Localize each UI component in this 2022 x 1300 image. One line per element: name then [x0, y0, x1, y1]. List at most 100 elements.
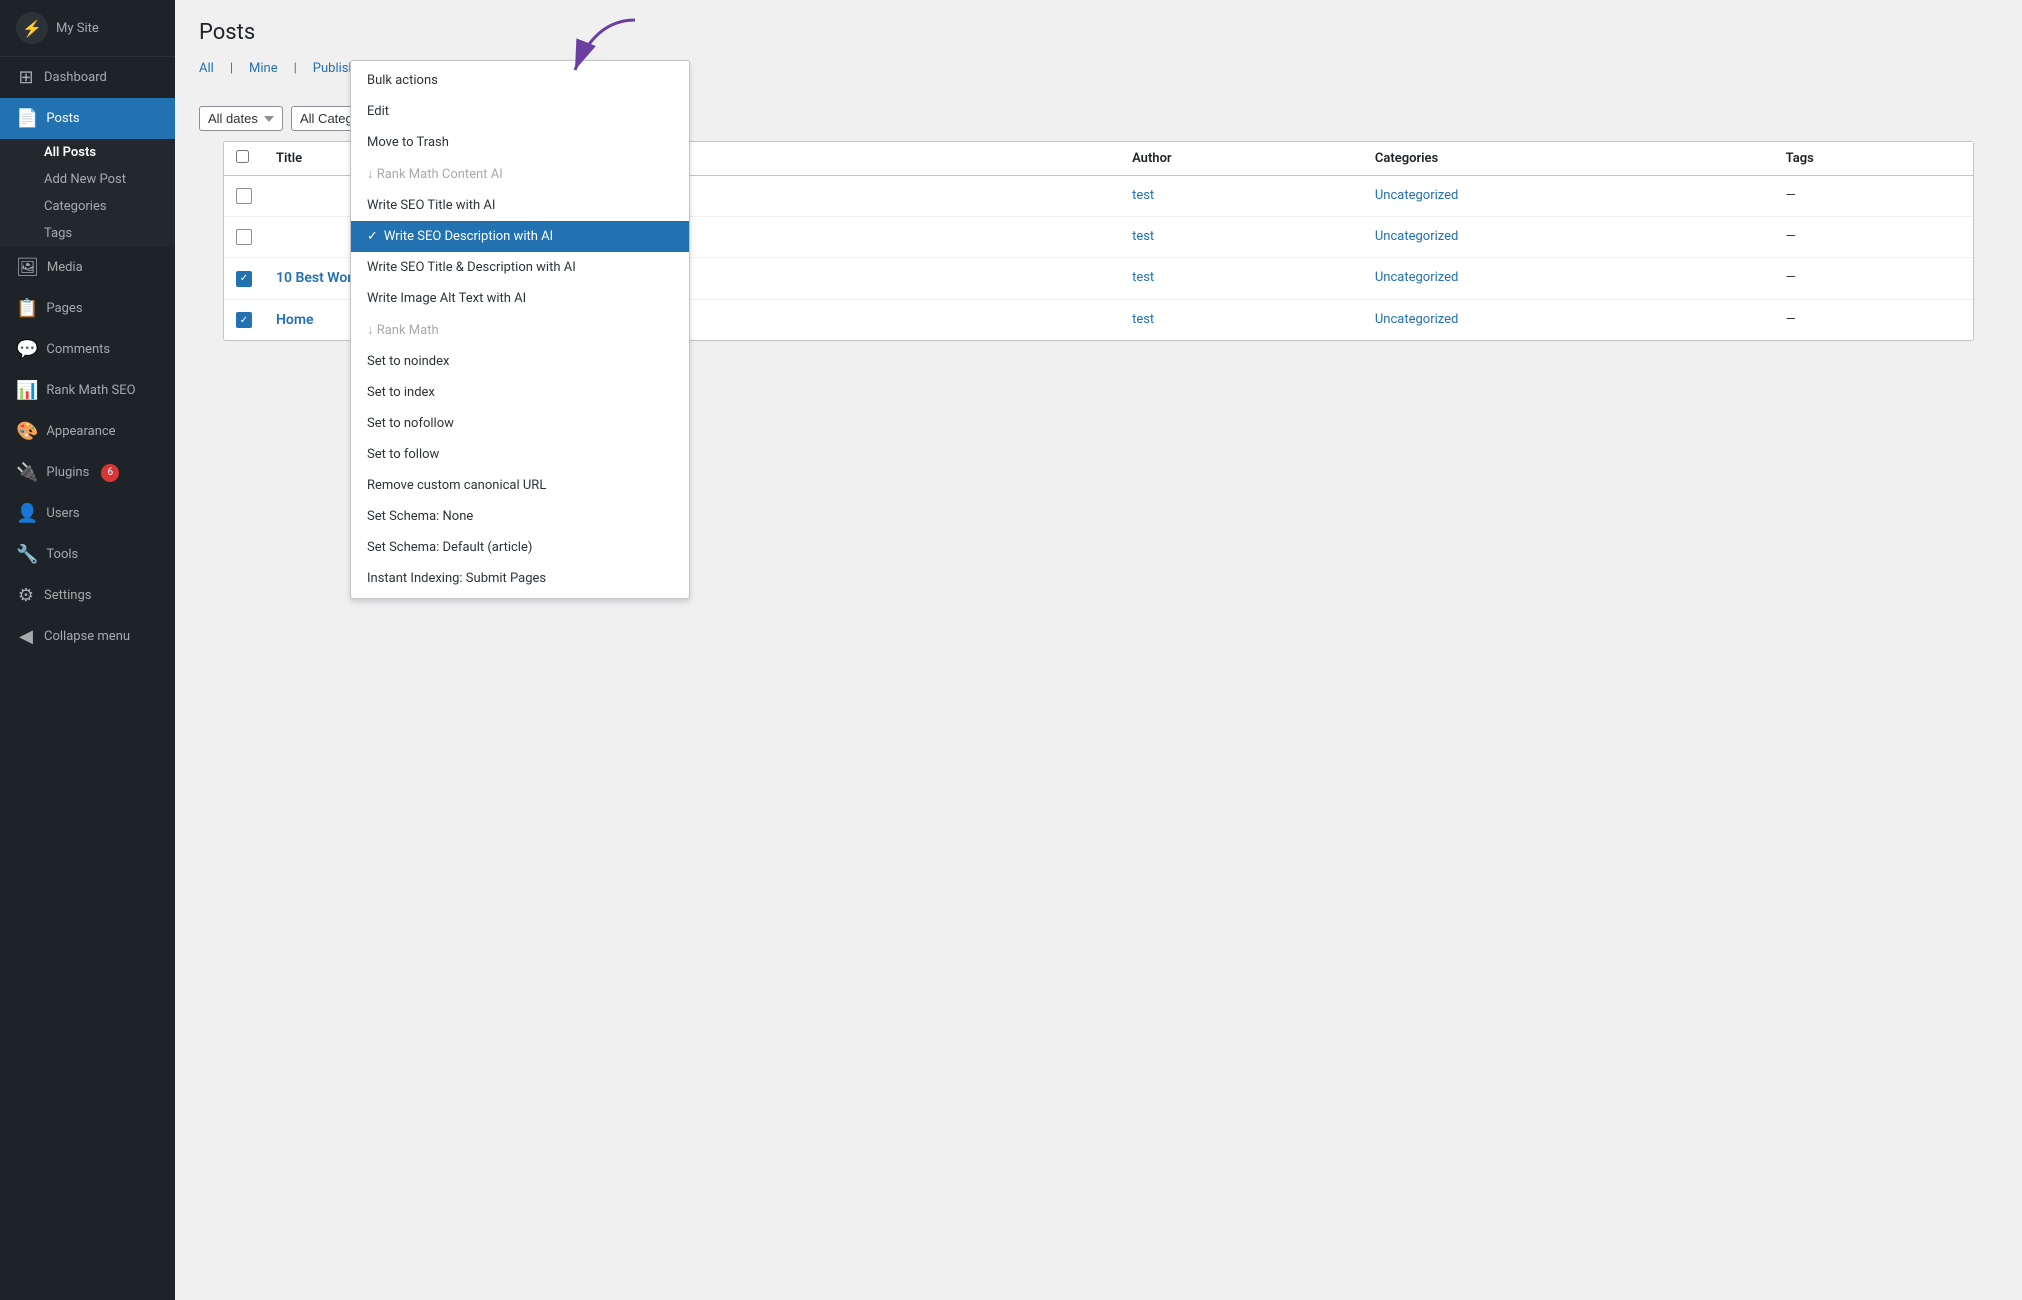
author-link[interactable]: test — [1132, 312, 1154, 327]
dropdown-item-schema-default[interactable]: Set Schema: Default (article) — [351, 532, 689, 563]
settings-icon: ⚙ — [16, 585, 36, 606]
posts-icon: 📄 — [16, 108, 38, 129]
wordpress-logo-icon: ⚡ — [16, 12, 48, 44]
subnav-all[interactable]: All — [199, 57, 214, 80]
dropdown-item-set-follow[interactable]: Set to follow — [351, 439, 689, 470]
dropdown-item-instant-indexing[interactable]: Instant Indexing: Submit Pages — [351, 563, 689, 594]
dropdown-item-write-seo-title-desc[interactable]: Write SEO Title & Description with AI — [351, 252, 689, 283]
dropdown-item-bulk-actions[interactable]: Bulk actions — [351, 65, 689, 96]
sidebar-logo: ⚡ My Site — [0, 0, 175, 57]
post-title-link[interactable]: Home — [276, 312, 314, 328]
category-link[interactable]: Uncategorized — [1375, 270, 1458, 285]
row-checkbox[interactable]: ✓ — [236, 312, 252, 328]
dropdown-item-write-image-alt[interactable]: Write Image Alt Text with AI — [351, 283, 689, 314]
item-label: Set Schema: None — [367, 509, 473, 524]
sidebar-item-users[interactable]: 👤 Users — [0, 493, 175, 534]
main-content: Posts All | Mine | Published | Sticky | … — [175, 0, 2022, 1300]
page-title-bar: Posts — [199, 20, 1998, 45]
comments-icon: 💬 — [16, 339, 38, 360]
category-link[interactable]: Uncategorized — [1375, 312, 1458, 327]
plugins-icon: 🔌 — [16, 462, 38, 483]
item-label: Set Schema: Default (article) — [367, 540, 532, 555]
sidebar-item-rank-math[interactable]: 📊 Rank Math SEO — [0, 370, 175, 411]
sidebar-item-label: Rank Math SEO — [46, 383, 135, 398]
users-icon: 👤 — [16, 503, 38, 524]
dropdown-item-set-nofollow[interactable]: Set to nofollow — [351, 408, 689, 439]
sidebar-item-dashboard[interactable]: ⊞ Dashboard — [0, 57, 175, 98]
col-categories: Categories — [1363, 142, 1774, 176]
dropdown-item-move-to-trash[interactable]: Move to Trash — [351, 127, 689, 158]
select-all-checkbox[interactable] — [236, 150, 249, 163]
dropdown-item-remove-canonical[interactable]: Remove custom canonical URL — [351, 470, 689, 501]
tags-cell: — — [1774, 176, 1973, 217]
dates-filter[interactable]: All dates — [199, 106, 283, 131]
dropdown-item-schema-none[interactable]: Set Schema: None — [351, 501, 689, 532]
item-label: Move to Trash — [367, 135, 449, 150]
item-label: Write Image Alt Text with AI — [367, 291, 526, 306]
category-link[interactable]: Uncategorized — [1375, 188, 1458, 203]
sidebar-item-label: Pages — [46, 301, 82, 316]
sidebar-item-plugins[interactable]: 🔌 Plugins 6 — [0, 452, 175, 493]
item-label: Remove custom canonical URL — [367, 478, 546, 493]
appearance-icon: 🎨 — [16, 421, 38, 442]
item-label: ↓ Rank Math — [367, 322, 439, 338]
sidebar-item-label: Tools — [46, 547, 78, 562]
sidebar-item-tools[interactable]: 🔧 Tools — [0, 534, 175, 575]
col-author: Author — [1120, 142, 1363, 176]
sidebar-item-label: Comments — [46, 342, 110, 357]
item-label: Set to follow — [367, 447, 439, 462]
sidebar-item-appearance[interactable]: 🎨 Appearance — [0, 411, 175, 452]
item-label: Write SEO Description with AI — [384, 229, 553, 244]
row-checkbox[interactable] — [236, 229, 252, 245]
sidebar-item-media[interactable]: 🖼 Media — [0, 247, 175, 288]
tools-icon: 🔧 — [16, 544, 38, 565]
sidebar-item-collapse[interactable]: ◀ Collapse menu — [0, 616, 175, 657]
sidebar-item-label: Plugins — [46, 465, 89, 480]
subnav-mine[interactable]: Mine — [249, 57, 278, 80]
item-label: Edit — [367, 104, 389, 119]
tags-cell: — — [1774, 299, 1973, 340]
category-link[interactable]: Uncategorized — [1375, 229, 1458, 244]
sidebar-item-comments[interactable]: 💬 Comments — [0, 329, 175, 370]
tags-cell: — — [1774, 258, 1973, 300]
site-name: My Site — [56, 21, 99, 36]
col-tags: Tags — [1774, 142, 1973, 176]
sidebar-item-pages[interactable]: 📋 Pages — [0, 288, 175, 329]
item-label: Write SEO Title with AI — [367, 198, 495, 213]
author-link[interactable]: test — [1132, 270, 1154, 285]
pages-icon: 📋 — [16, 298, 38, 319]
sidebar-item-posts[interactable]: 📄 Posts — [0, 98, 175, 139]
dropdown-item-edit[interactable]: Edit — [351, 96, 689, 127]
dropdown-item-set-index[interactable]: Set to index — [351, 377, 689, 408]
item-label: Write SEO Title & Description with AI — [367, 260, 576, 275]
sidebar: ⚡ My Site ⊞ Dashboard 📄 Posts All Posts … — [0, 0, 175, 1300]
sidebar-item-label: Posts — [46, 111, 79, 126]
sidebar-item-settings[interactable]: ⚙ Settings — [0, 575, 175, 616]
row-checkbox[interactable] — [236, 188, 252, 204]
item-label: Set to nofollow — [367, 416, 454, 431]
item-label: Set to index — [367, 385, 435, 400]
row-checkbox[interactable]: ✓ — [236, 271, 252, 287]
author-link[interactable]: test — [1132, 188, 1154, 203]
item-label: Bulk actions — [367, 73, 438, 88]
sidebar-item-label: Appearance — [46, 424, 115, 439]
sidebar-item-label: Settings — [44, 588, 91, 603]
dropdown-item-rank-math-ai-header: ↓ Rank Math Content AI — [351, 158, 689, 190]
sidebar-sub-item-add-new[interactable]: Add New Post — [0, 166, 175, 193]
sidebar-sub-item-categories[interactable]: Categories — [0, 193, 175, 220]
dropdown-item-rank-math-header: ↓ Rank Math — [351, 314, 689, 346]
sidebar-item-label: Users — [46, 506, 79, 521]
dropdown-item-write-seo-title[interactable]: Write SEO Title with AI — [351, 190, 689, 221]
sidebar-item-label: Media — [47, 260, 83, 275]
dropdown-item-set-noindex[interactable]: Set to noindex — [351, 346, 689, 377]
page-title: Posts — [199, 20, 255, 45]
check-icon: ✓ — [367, 229, 378, 244]
sidebar-sub-item-tags[interactable]: Tags — [0, 220, 175, 247]
media-icon: 🖼 — [16, 257, 39, 278]
item-label: ↓ Rank Math Content AI — [367, 166, 503, 182]
dropdown-item-write-seo-desc[interactable]: ✓ Write SEO Description with AI — [351, 221, 689, 252]
sidebar-sub-item-all-posts[interactable]: All Posts — [0, 139, 175, 166]
dashboard-icon: ⊞ — [16, 67, 36, 88]
author-link[interactable]: test — [1132, 229, 1154, 244]
plugins-badge: 6 — [101, 464, 119, 482]
